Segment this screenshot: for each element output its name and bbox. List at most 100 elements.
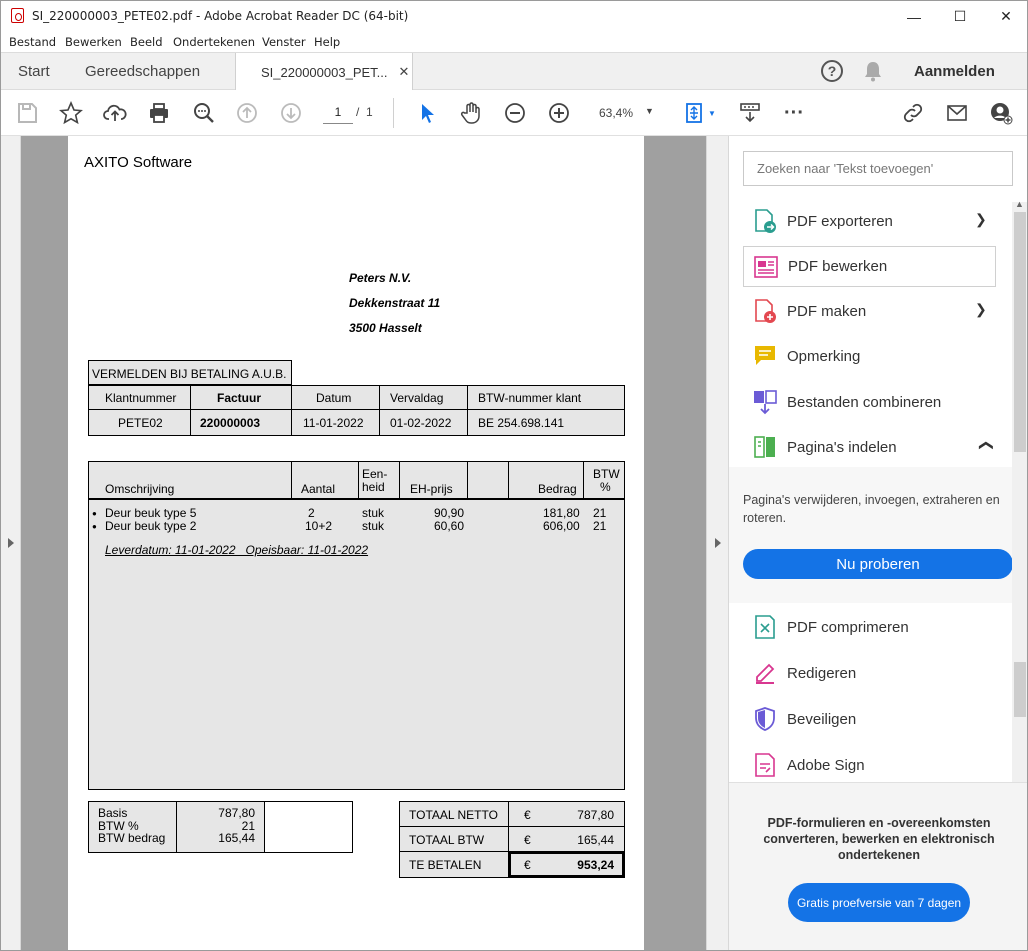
export-pdf-icon — [755, 209, 776, 233]
basis-values: 787,80 21 165,44 — [176, 801, 265, 853]
tab-document-label: SI_220000003_PET... — [261, 64, 388, 80]
scrollbar-thumb[interactable] — [1014, 212, 1026, 452]
hand-tool-icon[interactable] — [456, 98, 486, 128]
promo-section: PDF-formulieren en -overeenkomsten conve… — [729, 782, 1027, 950]
tool-create-pdf[interactable]: PDF maken — [743, 291, 996, 331]
menu-venster[interactable]: Venster — [262, 35, 306, 49]
basis-empty — [264, 801, 353, 853]
zoom-in-icon[interactable] — [544, 98, 574, 128]
redact-icon — [756, 663, 775, 684]
minimize-button[interactable]: — — [891, 1, 937, 32]
val-factuur: 220000003 — [190, 409, 292, 436]
comment-icon — [755, 346, 775, 365]
lines-body: ● Deur beuk type 5 2 stuk 90,90 181,80 2… — [88, 499, 625, 790]
tools-search-input[interactable]: Zoeken naar 'Tekst toevoegen' — [743, 151, 1013, 186]
free-trial-button[interactable]: Gratis proefversie van 7 dagen — [788, 883, 970, 922]
close-tab-icon[interactable]: ✕ — [399, 64, 410, 80]
menu-bestand[interactable]: Bestand — [9, 35, 56, 49]
menu-bar: Bestand Bewerken Beeld Ondertekenen Vens… — [1, 32, 1027, 52]
val-vervaldag: 01-02-2022 — [379, 409, 468, 436]
hdr-datum: Datum — [291, 385, 380, 410]
val-btw-klant: BE 254.698.141 — [467, 409, 625, 436]
try-now-button[interactable]: Nu proberen — [743, 549, 1013, 579]
chevron-up-icon[interactable]: ❯ — [976, 440, 993, 452]
scroll-up-icon[interactable]: ▲ — [1015, 199, 1024, 209]
sign-in-button[interactable]: Aanmelden — [914, 53, 995, 90]
tab-bar: Start Gereedschappen SI_220000003_PET...… — [1, 52, 1027, 91]
organize-pages-icon — [754, 436, 775, 458]
bell-icon[interactable] — [863, 60, 883, 82]
compress-pdf-icon — [755, 615, 775, 639]
total-netto-label: TOTAAL NETTO — [399, 801, 509, 827]
hdr-btw-klant: BTW-nummer klant — [467, 385, 625, 410]
tool-edit-pdf[interactable]: PDF bewerken — [743, 246, 996, 287]
page-count: / 1 — [356, 105, 373, 119]
maximize-button[interactable]: ☐ — [937, 1, 983, 32]
total-btw-label: TOTAAL BTW — [399, 826, 509, 852]
user-add-icon[interactable] — [986, 98, 1016, 128]
tool-comment[interactable]: Opmerking — [743, 336, 996, 376]
menu-beeld[interactable]: Beeld — [130, 35, 163, 49]
val-klantnummer: PETE02 — [88, 409, 191, 436]
lines-header: Omschrijving Aantal Een- heid EH-prijs B… — [88, 461, 625, 500]
select-cursor-icon[interactable] — [412, 98, 442, 128]
total-pay-label: TE BETALEN — [399, 851, 509, 878]
recipient-address: Peters N.V. Dekkenstraat 11 3500 Hasselt — [349, 271, 441, 335]
edit-pdf-icon — [754, 255, 778, 278]
scrollbar-thumb[interactable] — [1014, 662, 1026, 717]
help-icon[interactable]: ? — [821, 60, 843, 82]
star-icon[interactable] — [56, 98, 86, 128]
menu-help[interactable]: Help — [314, 35, 340, 49]
title-bar: SI_220000003_PETE02.pdf - Adobe Acrobat … — [1, 1, 1027, 32]
scroll-mode-icon[interactable] — [735, 98, 765, 128]
tab-start[interactable]: Start — [18, 53, 50, 90]
pdf-page: AXITO Software Peters N.V. Dekkenstraat 1… — [68, 136, 644, 950]
tool-protect[interactable]: Beveiligen — [743, 699, 996, 739]
fit-dropdown-icon[interactable]: ▼ — [708, 109, 716, 118]
promo-text: PDF-formulieren en -overeenkomsten conve… — [763, 816, 995, 862]
more-tools-icon[interactable]: ··· — [779, 98, 809, 128]
payment-notice: VERMELDEN BIJ BETALING A.U.B. — [88, 360, 292, 385]
tools-scrollbar[interactable]: ▲ ▼ — [1012, 199, 1027, 842]
delivery-info: Leverdatum: 11-01-2022 Opeisbaar: 11-01-… — [105, 543, 369, 557]
tool-combine-files[interactable]: Bestanden combineren — [743, 382, 996, 422]
save-icon[interactable] — [12, 98, 42, 128]
tool-export-pdf[interactable]: PDF exporteren — [743, 201, 996, 241]
chevron-right-icon — [8, 538, 14, 548]
toolbar-divider — [393, 98, 394, 128]
zoom-out-icon[interactable] — [500, 98, 530, 128]
tab-tools[interactable]: Gereedschappen — [85, 53, 200, 90]
total-netto-value: €787,80 — [508, 801, 625, 827]
chevron-down-icon: ▼ — [645, 106, 654, 116]
tool-redact[interactable]: Redigeren — [743, 653, 996, 693]
menu-bewerken[interactable]: Bewerken — [65, 35, 122, 49]
chevron-down-icon[interactable]: ❯ — [975, 301, 987, 318]
right-panel-toggle[interactable] — [706, 136, 728, 950]
next-page-icon[interactable] — [276, 98, 306, 128]
organize-description: Pagina's verwijderen, invoegen, extraher… — [743, 493, 1000, 525]
left-panel-toggle[interactable] — [1, 136, 21, 950]
tools-pane: Zoeken naar 'Tekst toevoegen' PDF export… — [728, 136, 1027, 950]
email-icon[interactable] — [942, 98, 972, 128]
fit-page-icon[interactable] — [679, 98, 709, 128]
total-pay-value: €953,24 — [508, 851, 625, 878]
chevron-right-icon — [715, 538, 721, 548]
chevron-down-icon[interactable]: ❯ — [975, 211, 987, 228]
page-number-input[interactable]: 1 — [323, 104, 353, 124]
shield-icon — [755, 707, 775, 731]
close-button[interactable]: ✕ — [983, 1, 1027, 32]
previous-page-icon[interactable] — [232, 98, 262, 128]
share-link-icon[interactable] — [898, 98, 928, 128]
tool-compress-pdf[interactable]: PDF comprimeren — [743, 607, 996, 647]
document-area[interactable]: AXITO Software Peters N.V. Dekkenstraat 1… — [1, 136, 728, 950]
upload-cloud-icon[interactable] — [100, 98, 130, 128]
tool-adobe-sign[interactable]: Adobe Sign — [743, 745, 996, 785]
tab-document[interactable]: SI_220000003_PET... ✕ — [235, 53, 413, 91]
tool-organize-pages[interactable]: Pagina's indelen — [743, 427, 996, 467]
val-datum: 11-01-2022 — [291, 409, 380, 436]
zoom-select[interactable]: 63,4% ▼ — [595, 104, 659, 124]
menu-ondertekenen[interactable]: Ondertekenen — [173, 35, 255, 49]
hdr-factuur: Factuur — [190, 385, 292, 410]
search-zoom-icon[interactable] — [189, 98, 219, 128]
print-icon[interactable] — [144, 98, 174, 128]
